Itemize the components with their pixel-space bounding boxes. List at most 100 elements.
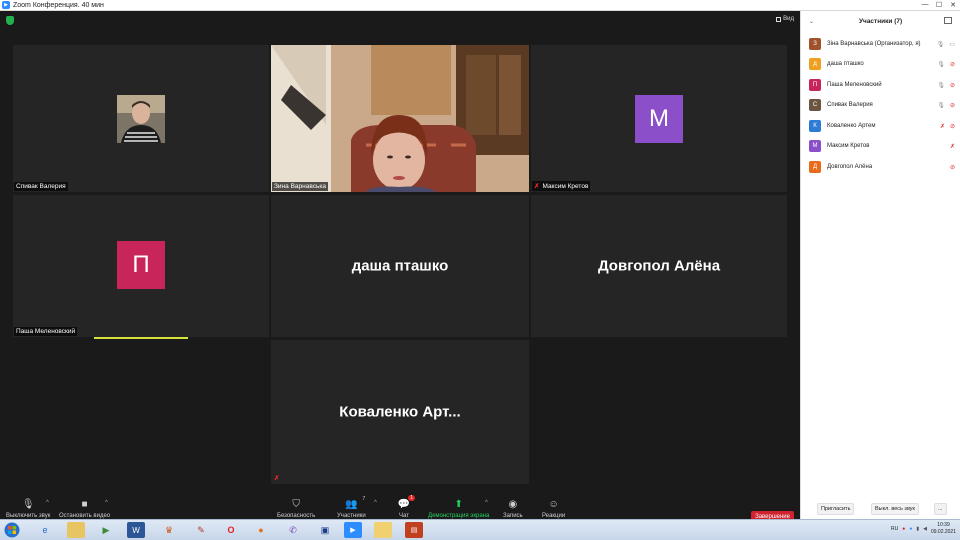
- security-button[interactable]: ⛉ Безопасность: [277, 498, 315, 520]
- name-tile[interactable]: даша пташко: [271, 195, 529, 337]
- participant-avatar: К: [809, 120, 821, 132]
- chat-button[interactable]: 💬 1 Чат: [397, 495, 415, 519]
- video-tile-active-speaker[interactable]: Зина Варнавська: [271, 45, 529, 192]
- minimize-button[interactable]: —: [918, 1, 932, 9]
- opera-tray-icon[interactable]: ●: [902, 526, 905, 532]
- participant-row[interactable]: С Спивак Валерия 🎙 ⊘: [809, 98, 955, 112]
- video-off-icon: ⊘: [949, 123, 955, 130]
- participant-video: [271, 45, 529, 192]
- video-off-icon: ⊘: [949, 102, 955, 109]
- word-icon[interactable]: W: [127, 522, 145, 538]
- reactions-button[interactable]: ☺ Реакции: [542, 498, 565, 520]
- participant-row[interactable]: П Паша Меленовский 🎙 ⊘: [809, 78, 955, 92]
- invite-button[interactable]: Пригласить: [817, 503, 855, 515]
- participant-row[interactable]: Д Довгопол Алёна ⊘: [809, 160, 955, 174]
- video-off-icon: ⊘: [949, 82, 955, 89]
- media-player-icon[interactable]: ▶: [97, 522, 115, 538]
- grid-icon: [776, 16, 782, 22]
- chat-bubble-icon: 💬 1: [397, 495, 415, 510]
- stop-video-button[interactable]: ■ Остановить видео: [59, 498, 110, 520]
- participant-name: Довгопол Алёна: [827, 164, 873, 170]
- time-text: 10:39: [937, 522, 950, 528]
- participant-video: [117, 95, 165, 143]
- participant-avatar: С: [809, 99, 821, 111]
- start-button[interactable]: [2, 521, 22, 539]
- avatar-tile[interactable]: M ✗ Максим Кретов: [531, 45, 787, 192]
- participants-panel: ⌄ Участники (7) З Зіна Варнавська (Орган…: [800, 11, 960, 519]
- participants-button[interactable]: 👥 7 Участники: [337, 496, 366, 519]
- notes-icon[interactable]: [374, 522, 392, 538]
- participant-name: даша пташко: [827, 61, 864, 67]
- participant-name: Зіна Варнавська (Организатор, я): [827, 41, 921, 47]
- viber-icon[interactable]: ✆: [284, 522, 302, 538]
- window-titlebar: ▶ Zoom Конференция. 40 мин — ☐ ✕: [0, 0, 960, 11]
- video-options-chevron-icon[interactable]: ^: [105, 500, 108, 506]
- chat-unread-badge: 1: [408, 495, 415, 501]
- opera-icon[interactable]: O: [222, 522, 240, 538]
- participant-name: Коваленко Артем: [827, 123, 876, 129]
- zoom-logo-icon: ▶: [2, 1, 10, 9]
- participant-avatar: П: [809, 79, 821, 91]
- participant-name-display: даша пташко: [351, 257, 449, 275]
- app-icon[interactable]: ♛: [160, 522, 178, 538]
- smiley-icon: ☺: [548, 498, 559, 510]
- avatar-tile[interactable]: П Паша Меленовский: [13, 195, 269, 337]
- panel-footer: Пригласить Выкл. весь звук ...: [801, 497, 960, 519]
- network-icon[interactable]: ▮: [916, 526, 919, 532]
- windows-taskbar: e ▶ W ♛ ✎ O ● ✆ ▣ ▶ ▤ RU ● ● ▮ ◀ 10:39 0…: [0, 519, 960, 540]
- close-button[interactable]: ✕: [946, 1, 960, 9]
- presentation-icon[interactable]: ▤: [405, 522, 423, 538]
- share-screen-button[interactable]: ⬆ Демонстрация экрана: [428, 498, 489, 520]
- explorer-icon[interactable]: [67, 522, 85, 538]
- firefox-icon[interactable]: ●: [252, 522, 270, 538]
- participant-row[interactable]: д даша пташко 🎙 ⊘: [809, 57, 955, 71]
- participant-row[interactable]: М Максим Кретов ✗: [809, 139, 955, 153]
- tile-name-label: ✗ Максим Кретов: [532, 181, 591, 191]
- language-indicator[interactable]: RU: [891, 526, 898, 532]
- collapse-chevron-icon[interactable]: ⌄: [809, 18, 814, 25]
- popout-icon[interactable]: [944, 17, 952, 24]
- participant-name: Паша Меленовский: [827, 82, 882, 88]
- more-options-button[interactable]: ...: [934, 503, 947, 515]
- encryption-shield-icon[interactable]: [6, 16, 14, 25]
- share-options-chevron-icon[interactable]: ^: [485, 500, 488, 506]
- video-off-icon: ⊘: [949, 164, 955, 171]
- tile-name-label: Зина Варнавська: [272, 182, 328, 191]
- maximize-button[interactable]: ☐: [932, 1, 946, 9]
- tile-name-label: Спивак Валерия: [14, 182, 68, 191]
- participants-options-chevron-icon[interactable]: ^: [374, 500, 377, 506]
- paint-icon[interactable]: ✎: [192, 522, 210, 538]
- view-label: Вид: [783, 16, 794, 22]
- microphone-icon: 🎙: [21, 498, 35, 510]
- participants-count: 7: [362, 496, 366, 502]
- mic-muted-icon: ✗: [939, 123, 945, 130]
- volume-icon[interactable]: ◀: [923, 526, 927, 532]
- record-button[interactable]: ◉ Запись: [503, 498, 523, 520]
- participant-name-display: Довгопол Алёна: [597, 257, 721, 275]
- tile-name-label: ✗: [272, 473, 284, 483]
- system-tray: RU ● ● ▮ ◀ 10:39 09.02.2021: [891, 522, 956, 536]
- share-screen-icon: ⬆: [454, 498, 463, 510]
- name-tile[interactable]: Довгопол Алёна: [531, 195, 787, 337]
- participant-avatar: З: [809, 38, 821, 50]
- mute-all-button[interactable]: Выкл. весь звук: [871, 503, 919, 515]
- mic-muted-icon: ✗: [949, 143, 955, 150]
- clock[interactable]: 10:39 09.02.2021: [931, 522, 956, 536]
- zoom-taskbar-icon[interactable]: ▶: [344, 522, 362, 538]
- participant-row[interactable]: З Зіна Варнавська (Организатор, я) 🎙 ▭: [809, 37, 955, 51]
- meeting-area: Вид Спивак Валерия Зина Варнавська M ✗ М…: [0, 11, 800, 530]
- meeting-topbar: Вид: [0, 11, 800, 31]
- view-button[interactable]: Вид: [776, 16, 794, 22]
- mute-button[interactable]: 🎙 Выключить звук: [6, 498, 50, 520]
- mic-muted-icon: ✗: [534, 183, 540, 190]
- zoom-tray-icon[interactable]: ●: [909, 526, 912, 532]
- ie-icon[interactable]: e: [36, 522, 54, 538]
- audio-options-chevron-icon[interactable]: ^: [46, 500, 49, 506]
- video-tile[interactable]: Спивак Валерия: [13, 45, 269, 192]
- panel-title: Участники (7): [859, 18, 903, 25]
- tile-name-text: Максим Кретов: [542, 183, 589, 190]
- participant-avatar: П: [117, 241, 165, 289]
- name-tile[interactable]: Коваленко Арт... ✗: [271, 340, 529, 484]
- save-icon[interactable]: ▣: [316, 522, 334, 538]
- participant-row[interactable]: К Коваленко Артем ✗ ⊘: [809, 119, 955, 133]
